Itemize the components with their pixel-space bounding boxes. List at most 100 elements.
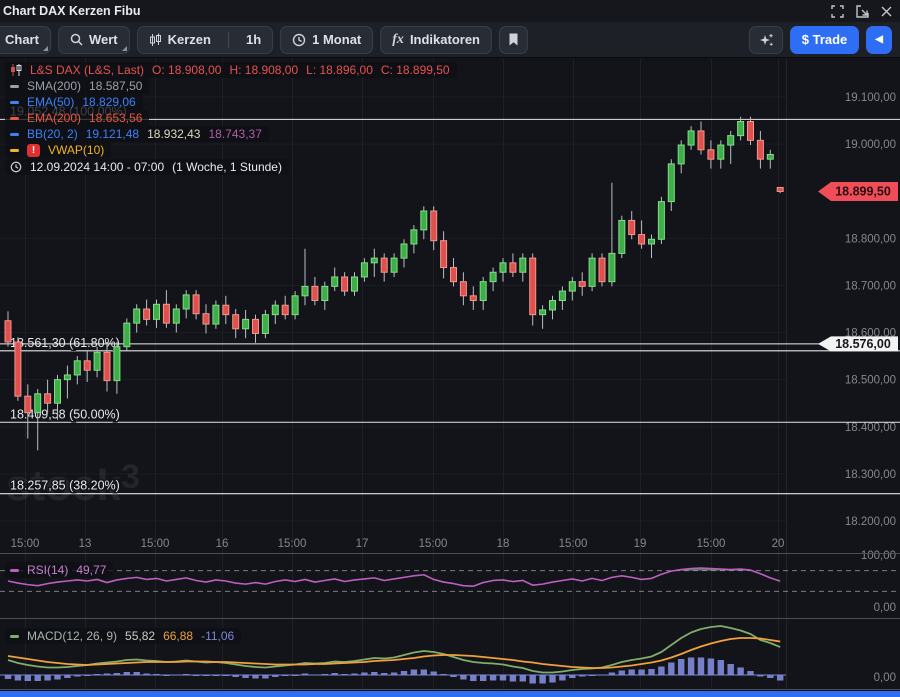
legend-row-1[interactable]: SMA(200)18.587,50	[5, 78, 149, 94]
price-badges: 18.899,50 18.576,00	[818, 182, 898, 351]
legend-text: 49,77	[76, 563, 106, 577]
price-chart[interactable]: stock319.100,0019.000,0018.800,0018.700,…	[0, 58, 900, 697]
sparkle-icon	[758, 32, 774, 48]
legend-text: BB(20, 2)	[27, 127, 78, 141]
divider	[228, 32, 229, 48]
symbol-search-label: Wert	[89, 32, 118, 47]
svg-text:19.100,00: 19.100,00	[845, 92, 896, 104]
svg-text:18: 18	[497, 538, 510, 550]
chart-type-label: Chart	[5, 32, 39, 47]
candle-interval-group: Kerzen 1h	[137, 26, 274, 54]
legend-text: (1 Woche, 1 Stunde)	[172, 160, 282, 174]
legend-text: RSI(14)	[27, 563, 68, 577]
svg-text:0,00: 0,00	[874, 602, 896, 614]
chart-area: stock319.100,0019.000,0018.800,0018.700,…	[0, 58, 900, 697]
legend-text: 18.743,37	[208, 127, 261, 141]
svg-text:18.561,30 (61.80%): 18.561,30 (61.80%)	[10, 336, 120, 350]
svg-text:18.400,00: 18.400,00	[845, 422, 896, 434]
svg-text:19.000,00: 19.000,00	[845, 139, 896, 151]
warning-icon: !	[27, 144, 40, 157]
interval-label: 1h	[246, 32, 261, 47]
indicators-label: Indikatoren	[410, 32, 480, 47]
symbol-search-button[interactable]: Wert	[58, 26, 130, 54]
svg-text:0,00: 0,00	[874, 672, 896, 684]
legend-swatch	[10, 133, 19, 136]
legend-row-2[interactable]: EMA(50) 18.829,06	[5, 94, 143, 110]
svg-text:100,00: 100,00	[861, 550, 896, 562]
svg-text:19: 19	[634, 538, 647, 550]
chart-type-button[interactable]: Chart	[0, 26, 51, 54]
legend-text: O: 18.908,00	[152, 63, 221, 77]
svg-text:15:00: 15:00	[11, 538, 40, 550]
legend-swatch	[10, 117, 19, 120]
legend-text: 66,88	[163, 629, 193, 643]
legend-text: 18.587,50	[89, 79, 142, 93]
collapse-panel-button[interactable]: ◀	[866, 26, 892, 54]
svg-text:18.899,50: 18.899,50	[835, 185, 891, 199]
titlebar: Chart DAX Kerzen Fibu	[0, 0, 900, 22]
bookmark-icon	[508, 33, 519, 46]
legend-text: 12.09.2024 14:00 - 07:00	[30, 160, 164, 174]
legend-swatch	[10, 569, 19, 572]
svg-text:17: 17	[356, 538, 369, 550]
interval-button[interactable]: 1h	[235, 27, 272, 53]
legend-row-3[interactable]: EMA(200) 18.653,56	[5, 110, 149, 126]
svg-text:15:00: 15:00	[141, 538, 170, 550]
svg-text:18.200,00: 18.200,00	[845, 516, 896, 528]
rsi-pane	[0, 568, 900, 591]
legend-text: H: 18.908,00	[229, 63, 298, 77]
ai-sparkle-button[interactable]	[749, 26, 783, 54]
legend-row-5[interactable]: ! VWAP(10)	[5, 142, 111, 158]
legend-text: C: 18.899,50	[381, 63, 450, 77]
svg-text:18.257,85 (38.20%): 18.257,85 (38.20%)	[10, 479, 120, 493]
svg-text:18.800,00: 18.800,00	[845, 233, 896, 245]
candlestick-icon	[149, 33, 162, 47]
legend-row-0[interactable]: L&S DAX (L&S, Last) O: 18.908,00 H: 18.908…	[5, 62, 457, 78]
window-title: Chart DAX Kerzen Fibu	[3, 4, 141, 18]
rsi-legend-row[interactable]: RSI(14) 49,77	[5, 562, 113, 578]
svg-text:18.700,00: 18.700,00	[845, 280, 896, 292]
price-axis: 19.100,0019.000,0018.800,0018.700,0018.6…	[845, 92, 896, 684]
legend-text: 19.121,48	[86, 127, 139, 141]
trade-label: $ Trade	[802, 32, 848, 47]
close-icon[interactable]	[881, 6, 892, 17]
popout-icon[interactable]	[856, 5, 869, 18]
svg-text:15:00: 15:00	[697, 538, 726, 550]
legend-text: 18.653,56	[89, 111, 142, 125]
chevron-left-icon: ◀	[875, 34, 883, 45]
window-resize-strip[interactable]	[0, 691, 900, 697]
svg-text:15:00: 15:00	[278, 538, 307, 550]
time-range-button[interactable]: 1 Monat	[280, 26, 373, 54]
legend-text: MACD(12, 26, 9)	[27, 629, 117, 643]
legend-row-6[interactable]: 12.09.2024 14:00 - 07:00 (1 Woche, 1 Stun…	[5, 159, 289, 175]
svg-text:18.500,00: 18.500,00	[845, 375, 896, 387]
candlestick-icon	[10, 64, 22, 76]
legend-text: EMA(200)	[27, 111, 81, 125]
legend-swatch	[10, 101, 19, 104]
legend-text: 18.829,06	[82, 95, 135, 109]
legend-row-4[interactable]: BB(20, 2)19.121,4818.932,4318.743,37	[5, 126, 269, 142]
bookmark-button[interactable]	[499, 26, 528, 54]
legend-swatch	[10, 635, 19, 638]
time-axis: 15:001315:001615:001715:001815:001915:00…	[11, 538, 785, 550]
svg-text:15:00: 15:00	[419, 538, 448, 550]
trade-button[interactable]: $ Trade	[790, 26, 860, 54]
legend-text: VWAP(10)	[48, 143, 104, 157]
fx-icon: fx	[392, 32, 404, 48]
fullscreen-icon[interactable]	[831, 5, 844, 18]
legend-text: L: 18.896,00	[306, 63, 373, 77]
clock-icon	[10, 161, 22, 173]
svg-text:15:00: 15:00	[559, 538, 588, 550]
search-icon	[70, 33, 83, 46]
legend-text: L&S DAX (L&S, Last)	[30, 63, 144, 77]
svg-text:18.576,00: 18.576,00	[835, 337, 891, 351]
indicators-button[interactable]: fx Indikatoren	[380, 26, 492, 54]
macd-legend-row[interactable]: MACD(12, 26, 9) 55,82 66,88 -11,06	[5, 628, 241, 644]
legend-text: EMA(50)	[27, 95, 74, 109]
time-range-label: 1 Monat	[312, 32, 361, 47]
svg-text:18.300,00: 18.300,00	[845, 469, 896, 481]
candle-style-button[interactable]: Kerzen	[138, 27, 222, 53]
candle-style-label: Kerzen	[168, 32, 211, 47]
legend-text: -11,06	[201, 629, 234, 643]
legend-text: 55,82	[125, 629, 155, 643]
